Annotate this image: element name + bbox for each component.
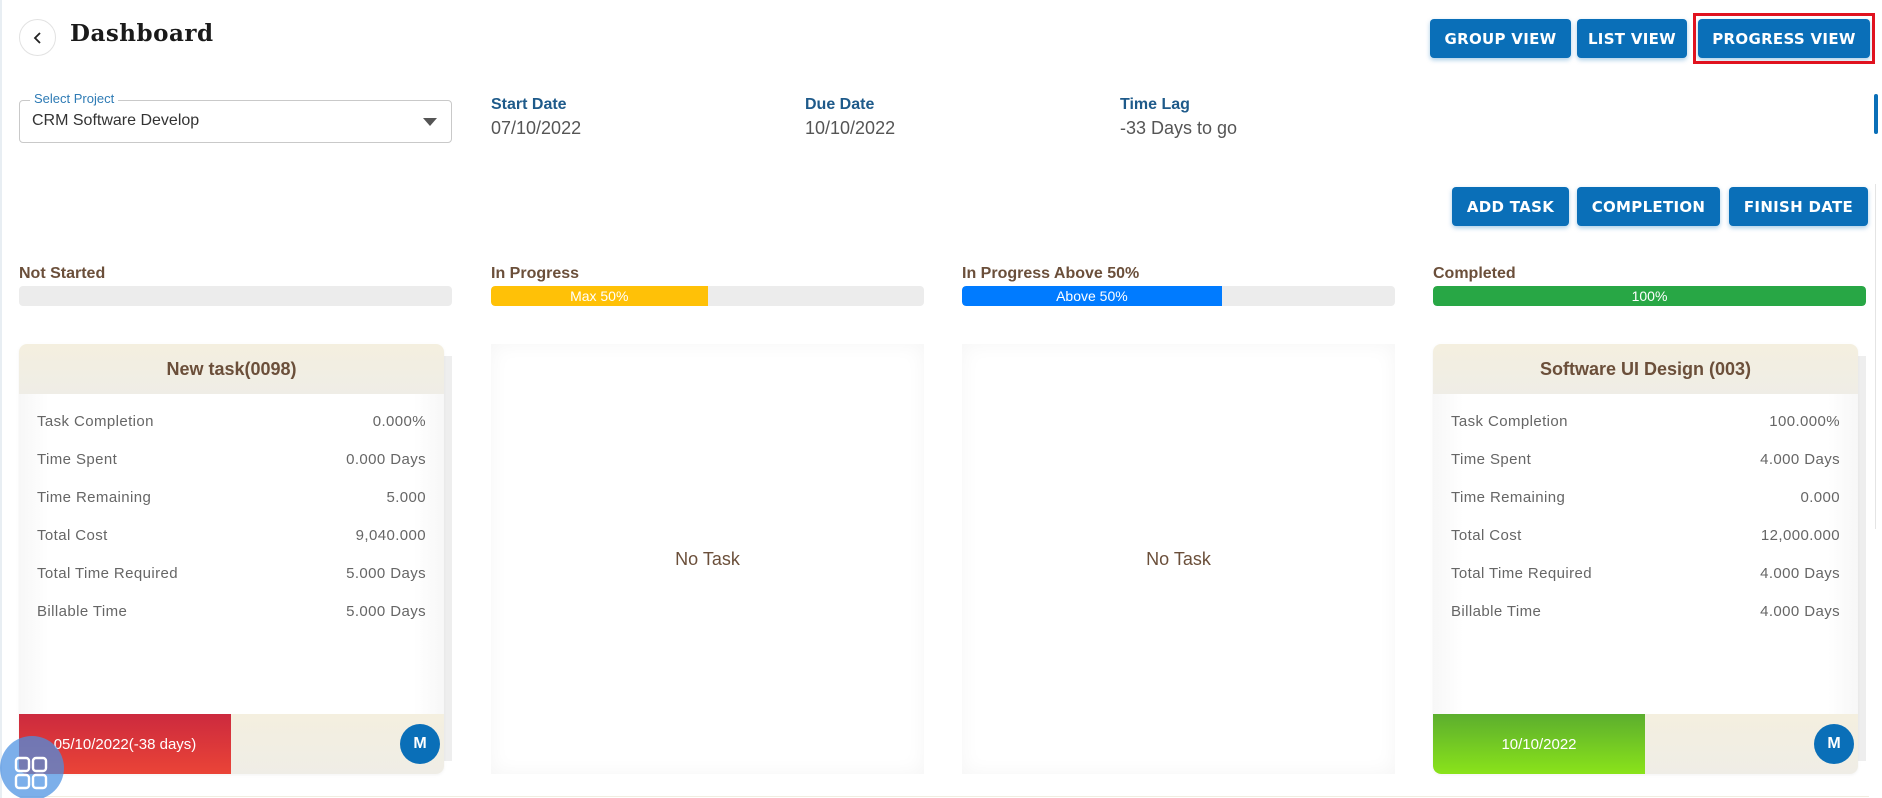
- page-left-border: [0, 0, 2, 798]
- metric-row: Time Spent 4.000 Days: [1451, 440, 1840, 478]
- metric-value: 5.000 Days: [346, 602, 426, 620]
- no-task-text: No Task: [675, 548, 740, 569]
- time-lag-label: Time Lag: [1120, 96, 1190, 113]
- back-button[interactable]: [19, 19, 56, 56]
- status-in-progress-above-50: In Progress Above 50% Above 50%: [962, 265, 1395, 306]
- task-title: Software UI Design (003): [1433, 344, 1858, 394]
- metric-label: Total Cost: [37, 526, 108, 544]
- task-card[interactable]: Software UI Design (003) Task Completion…: [1433, 344, 1866, 774]
- metric-value: 4.000 Days: [1760, 450, 1840, 468]
- metric-label: Total Time Required: [1451, 564, 1592, 582]
- side-panel-tab[interactable]: [1874, 94, 1878, 134]
- metric-row: Time Remaining 5.000: [37, 478, 426, 516]
- due-date-label: Due Date: [805, 96, 875, 113]
- chevron-left-icon: [33, 31, 41, 44]
- project-select-label: Select Project: [30, 91, 119, 106]
- metric-row: Total Time Required 5.000 Days: [37, 554, 426, 592]
- add-task-button[interactable]: ADD TASK: [1452, 187, 1569, 226]
- progress-track: 100%: [1433, 286, 1866, 306]
- task-metrics: Task Completion 0.000% Time Spent 0.000 Da…: [19, 394, 444, 714]
- assignee-avatar[interactable]: M: [400, 724, 440, 764]
- time-lag: Time Lag -33 Days to go: [1120, 96, 1237, 139]
- start-date-value: 07/10/2022: [491, 118, 582, 138]
- metric-value: 5.000: [386, 488, 426, 506]
- status-label: Completed: [1433, 265, 1516, 282]
- due-date: Due Date 10/10/2022: [805, 96, 895, 139]
- empty-column-in-progress: No Task: [491, 344, 924, 774]
- status-completed: Completed 100%: [1433, 265, 1866, 306]
- due-date-value: 10/10/2022: [805, 118, 896, 138]
- app-menu-button[interactable]: [0, 736, 64, 798]
- metric-label: Total Cost: [1451, 526, 1522, 544]
- progress-text: [19, 286, 452, 306]
- app-grid-icon: [14, 756, 48, 790]
- divider: [19, 796, 1869, 797]
- status-in-progress: In Progress Max 50%: [491, 265, 924, 306]
- metric-value: 0.000: [1800, 488, 1840, 506]
- metric-row: Total Time Required 4.000 Days: [1451, 554, 1840, 592]
- group-view-button[interactable]: GROUP VIEW: [1430, 19, 1571, 58]
- metric-value: 9,040.000: [355, 526, 426, 544]
- task-footer: 05/10/2022(-38 days) M: [19, 714, 444, 774]
- metric-row: Time Remaining 0.000: [1451, 478, 1840, 516]
- metric-row: Time Spent 0.000 Days: [37, 440, 426, 478]
- task-metrics: Task Completion 100.000% Time Spent 4.000 …: [1433, 394, 1858, 714]
- metric-value: 0.000%: [372, 412, 426, 430]
- metric-row: Task Completion 100.000%: [1451, 402, 1840, 440]
- progress-text: Max 50%: [570, 288, 629, 304]
- metric-row: Task Completion 0.000%: [37, 402, 426, 440]
- metric-label: Total Time Required: [37, 564, 178, 582]
- metric-value: 4.000 Days: [1760, 602, 1840, 620]
- project-select-value: CRM Software Develop: [32, 112, 200, 129]
- project-select[interactable]: Select Project CRM Software Develop: [19, 91, 452, 143]
- assignee-avatar[interactable]: M: [1814, 724, 1854, 764]
- metric-label: Task Completion: [37, 412, 154, 430]
- task-card-body: Software UI Design (003) Task Completion…: [1433, 344, 1858, 774]
- status-not-started: Not Started: [19, 265, 452, 306]
- metric-value: 100.000%: [1769, 412, 1840, 430]
- start-date-label: Start Date: [491, 96, 567, 113]
- metric-row: Total Cost 9,040.000: [37, 516, 426, 554]
- metric-label: Time Spent: [37, 450, 118, 468]
- caret-down-icon: [423, 118, 437, 126]
- metric-label: Time Remaining: [37, 488, 152, 506]
- time-lag-value: -33 Days to go: [1120, 118, 1238, 138]
- status-label: Not Started: [19, 265, 106, 282]
- list-view-button[interactable]: LIST VIEW: [1577, 19, 1687, 58]
- task-title: New task(0098): [19, 344, 444, 394]
- metric-value: 0.000 Days: [346, 450, 426, 468]
- task-card[interactable]: New task(0098) Task Completion 0.000% Tim…: [19, 344, 452, 774]
- metric-label: Time Remaining: [1451, 488, 1566, 506]
- task-card-body: New task(0098) Task Completion 0.000% Tim…: [19, 344, 444, 774]
- empty-column-above-50: No Task: [962, 344, 1395, 774]
- finish-date-sort-button[interactable]: FINISH DATE: [1729, 187, 1868, 226]
- task-footer: 10/10/2022 M: [1433, 714, 1858, 774]
- metric-value: 4.000 Days: [1760, 564, 1840, 582]
- completion-sort-button[interactable]: COMPLETION: [1577, 187, 1720, 226]
- metric-label: Task Completion: [1451, 412, 1568, 430]
- progress-text: 100%: [1631, 288, 1668, 304]
- metric-value: 5.000 Days: [346, 564, 426, 582]
- progress-view-button[interactable]: PROGRESS VIEW: [1698, 19, 1870, 58]
- metric-value: 12,000.000: [1760, 526, 1840, 544]
- due-date-badge: 10/10/2022: [1433, 714, 1645, 774]
- status-label: In Progress: [491, 265, 580, 282]
- metric-row: Billable Time 5.000 Days: [37, 592, 426, 630]
- progress-track: [19, 286, 452, 306]
- no-task-text: No Task: [1146, 548, 1211, 569]
- page-title: Dashboard: [70, 20, 214, 47]
- status-label: In Progress Above 50%: [962, 265, 1140, 282]
- metric-label: Billable Time: [1451, 602, 1542, 620]
- progress-text: Above 50%: [1056, 288, 1128, 304]
- start-date: Start Date 07/10/2022: [491, 96, 581, 139]
- progress-track: Above 50%: [962, 286, 1395, 306]
- metric-label: Billable Time: [37, 602, 128, 620]
- progress-track: Max 50%: [491, 286, 924, 306]
- metric-label: Time Spent: [1451, 450, 1532, 468]
- metric-row: Billable Time 4.000 Days: [1451, 592, 1840, 630]
- metric-row: Total Cost 12,000.000: [1451, 516, 1840, 554]
- scrollbar-track[interactable]: [1875, 184, 1876, 529]
